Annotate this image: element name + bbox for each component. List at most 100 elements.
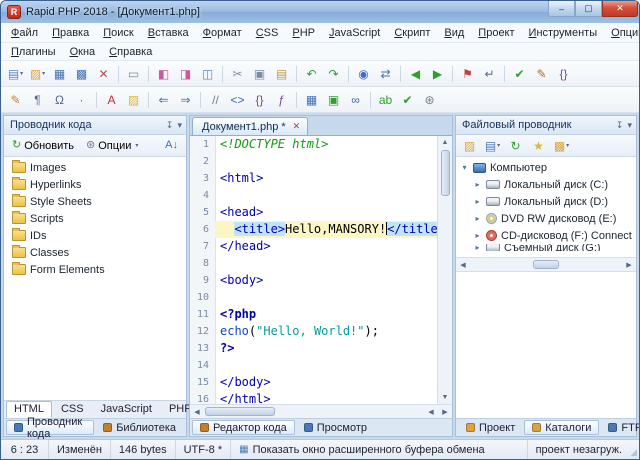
editor-line[interactable]: 13?> bbox=[190, 340, 437, 357]
drive-tree-item[interactable]: ▸DVD RW дисковод (E:) bbox=[456, 210, 636, 227]
code-tree-item[interactable]: Hyperlinks bbox=[4, 176, 186, 193]
view-mode-button[interactable]: ▤▾ bbox=[482, 136, 503, 156]
menu-item[interactable]: Опции bbox=[604, 25, 640, 41]
scrollbar-thumb[interactable] bbox=[533, 260, 559, 269]
panel-tab[interactable]: Библиотека bbox=[95, 420, 184, 435]
outdent-button[interactable]: ⇐ bbox=[153, 90, 174, 110]
menu-item[interactable]: Вид bbox=[437, 25, 471, 41]
document-tab[interactable]: Документ1.php * ✕ bbox=[192, 117, 308, 135]
tab-scroll-left-icon[interactable]: ◀ bbox=[424, 405, 438, 418]
panel-tab[interactable]: Проект bbox=[458, 420, 523, 435]
redo-button[interactable]: ↷ bbox=[323, 64, 344, 84]
image-insert-button[interactable]: ▣ bbox=[323, 90, 344, 110]
drive-tree-item[interactable]: ▾Компьютер bbox=[456, 159, 636, 176]
scroll-down-icon[interactable]: ▼ bbox=[438, 391, 452, 404]
code-tree-item[interactable]: IDs bbox=[4, 227, 186, 244]
nbsp-button[interactable]: · bbox=[71, 90, 92, 110]
close-file-button[interactable]: ✕ bbox=[93, 64, 114, 84]
editor-line[interactable]: 6 <title>Hello,MANSORY!</title> bbox=[190, 221, 437, 238]
menu-item[interactable]: Файл bbox=[4, 25, 45, 41]
menu-item[interactable]: Инструменты bbox=[522, 25, 605, 41]
copy-button[interactable]: ▣ bbox=[249, 64, 270, 84]
function-insert-button[interactable]: ƒ bbox=[271, 90, 292, 110]
menu-item[interactable]: PHP bbox=[285, 25, 322, 41]
chevron-down-icon[interactable]: ▾ bbox=[627, 120, 632, 131]
braces-button[interactable]: {} bbox=[249, 90, 270, 110]
editor-line[interactable]: 10 bbox=[190, 289, 437, 306]
refresh-explorer-button[interactable]: ↻ bbox=[505, 136, 526, 156]
clipboard-message[interactable]: ▦ Показать окно расширенного буфера обме… bbox=[231, 440, 526, 459]
replace-button[interactable]: ⇄ bbox=[375, 64, 396, 84]
horizontal-scrollbar[interactable]: ◀ ◀ ▶ bbox=[190, 404, 452, 418]
resize-grip[interactable]: ◢ bbox=[630, 440, 639, 459]
drive-tree-item[interactable]: ▸Съемный диск (G:) bbox=[456, 244, 636, 251]
chevron-down-icon[interactable]: ▾ bbox=[177, 120, 182, 131]
settings-button[interactable]: ⊛ bbox=[419, 90, 440, 110]
close-button[interactable]: ✕ bbox=[602, 1, 638, 17]
editor-line[interactable]: 1<!DOCTYPE html> bbox=[190, 136, 437, 153]
vertical-scrollbar[interactable]: ▲ ▼ bbox=[437, 136, 452, 404]
menu-item[interactable]: Правка bbox=[45, 25, 96, 41]
pilcrow-button[interactable]: ¶ bbox=[27, 90, 48, 110]
drive-tree-item[interactable]: ▸Локальный диск (C:) bbox=[456, 176, 636, 193]
folder-up-button[interactable]: ▨ bbox=[459, 136, 480, 156]
editor-line[interactable]: 4 bbox=[190, 187, 437, 204]
omega-symbol-button[interactable]: Ω bbox=[49, 90, 70, 110]
code-tree-item[interactable]: Form Elements bbox=[4, 261, 186, 278]
comment-button[interactable]: // bbox=[205, 90, 226, 110]
code-tree-item[interactable]: Scripts bbox=[4, 210, 186, 227]
quick-edit-button[interactable]: ✎ bbox=[5, 90, 26, 110]
drive-tree-item[interactable]: ▸Локальный диск (D:) bbox=[456, 193, 636, 210]
code-editor[interactable]: 1<!DOCTYPE html>23<html>45<head>6 <title… bbox=[190, 136, 437, 404]
navigate-forward-button[interactable]: ▶ bbox=[427, 64, 448, 84]
editor-line[interactable]: 2 bbox=[190, 153, 437, 170]
code-tree-item[interactable]: Style Sheets bbox=[4, 193, 186, 210]
editor-line[interactable]: 3<html> bbox=[190, 170, 437, 187]
indent-button[interactable]: ⇒ bbox=[175, 90, 196, 110]
print-button[interactable]: ▭ bbox=[123, 64, 144, 84]
menu-item[interactable]: Плагины bbox=[4, 44, 63, 60]
navigate-back-button[interactable]: ◀ bbox=[405, 64, 426, 84]
menu-item[interactable]: Вставка bbox=[141, 25, 196, 41]
editor-line[interactable]: 14 bbox=[190, 357, 437, 374]
options-button[interactable]: ⊛ Опции ▾ bbox=[81, 138, 143, 154]
panel-right-button[interactable]: ◨ bbox=[175, 64, 196, 84]
text-color-button[interactable]: A bbox=[101, 90, 122, 110]
panel-left-button[interactable]: ◧ bbox=[153, 64, 174, 84]
scroll-left-icon[interactable]: ◀ bbox=[190, 405, 204, 418]
goto-line-button[interactable]: ↵ bbox=[479, 64, 500, 84]
editor-line[interactable]: 11<?php bbox=[190, 306, 437, 323]
scrollbar-thumb[interactable] bbox=[205, 407, 275, 416]
code-cleaner-button[interactable]: ✎ bbox=[531, 64, 552, 84]
save-file-button[interactable]: ▦ bbox=[49, 64, 70, 84]
folder-menu-button[interactable]: ▩▾ bbox=[551, 136, 572, 156]
editor-line[interactable]: 12echo("Hello, World!"); bbox=[190, 323, 437, 340]
pin-icon[interactable]: ↧ bbox=[616, 120, 624, 131]
panel-tab[interactable]: Каталоги bbox=[524, 420, 599, 435]
editor-line[interactable]: 15</body> bbox=[190, 374, 437, 391]
pin-icon[interactable]: ↧ bbox=[166, 120, 174, 131]
menu-item[interactable]: CSS bbox=[249, 25, 286, 41]
menu-item[interactable]: Скрипт bbox=[387, 25, 437, 41]
menu-item[interactable]: Проект bbox=[471, 25, 521, 41]
panel-tab[interactable]: Проводник кода bbox=[6, 420, 94, 435]
snippets-button[interactable]: {} bbox=[553, 64, 574, 84]
undo-button[interactable]: ↶ bbox=[301, 64, 322, 84]
menu-item[interactable]: Справка bbox=[102, 44, 159, 60]
editor-line[interactable]: 16</html> bbox=[190, 391, 437, 404]
panel-split-button[interactable]: ◫ bbox=[197, 64, 218, 84]
link-insert-button[interactable]: ∞ bbox=[345, 90, 366, 110]
menu-item[interactable]: Окна bbox=[63, 44, 103, 60]
code-tree-item[interactable]: Images bbox=[4, 159, 186, 176]
menu-item[interactable]: Формат bbox=[196, 25, 249, 41]
spell-check-button[interactable]: ab bbox=[375, 90, 396, 110]
scroll-right-icon[interactable]: ▶ bbox=[622, 258, 636, 271]
menu-item[interactable]: Поиск bbox=[96, 25, 140, 41]
editor-line[interactable]: 9<body> bbox=[190, 272, 437, 289]
new-file-button[interactable]: ▤▾ bbox=[5, 64, 26, 84]
drive-tree-item[interactable]: ▸CD-дисковод (F:) Connect Mana bbox=[456, 227, 636, 244]
open-file-button[interactable]: ▨▾ bbox=[27, 64, 48, 84]
minimize-button[interactable]: – bbox=[548, 1, 575, 17]
horizontal-scrollbar[interactable]: ◀ ▶ bbox=[456, 257, 636, 271]
validate-button[interactable]: ✔ bbox=[397, 90, 418, 110]
